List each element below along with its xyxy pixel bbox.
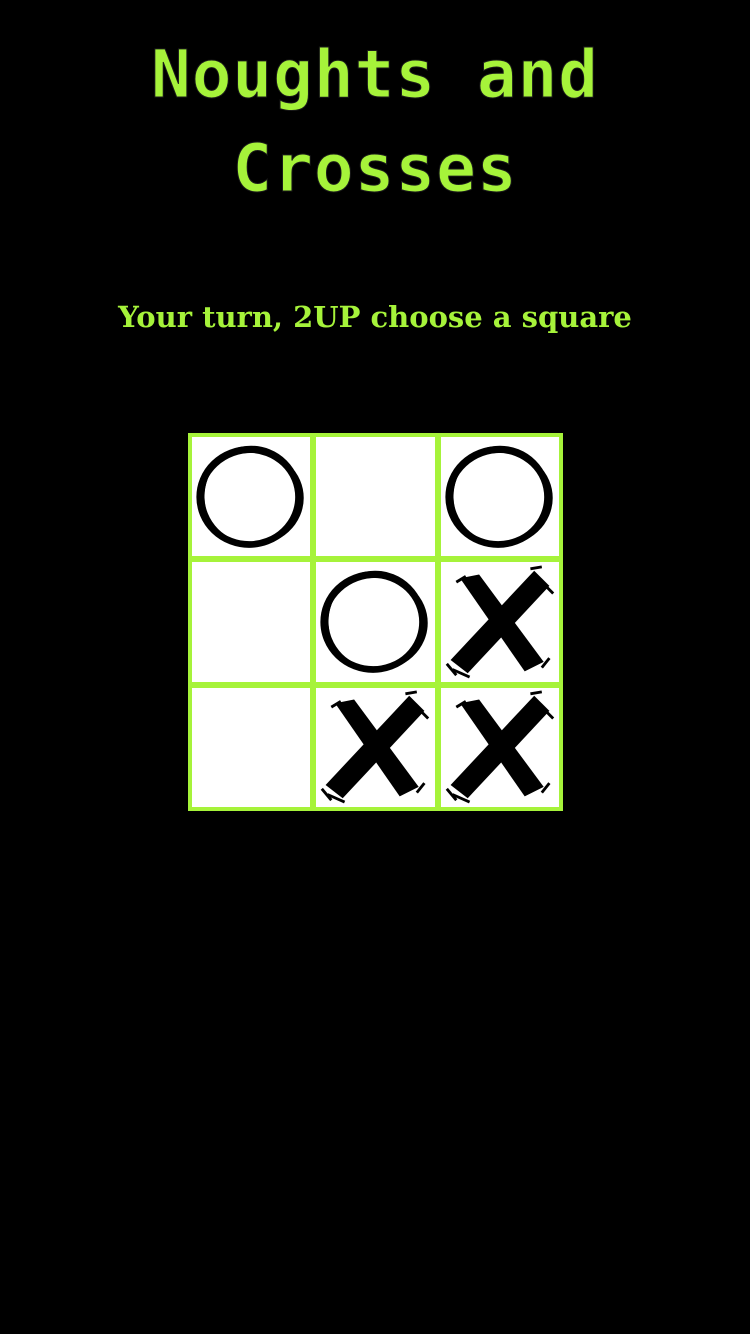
- board-cell-9[interactable]: [440, 687, 559, 807]
- board-cell-7[interactable]: [192, 687, 311, 807]
- cross-icon: [321, 690, 430, 804]
- game-title: Noughts and Crosses: [0, 28, 750, 216]
- board-cell-6[interactable]: [440, 562, 559, 682]
- board-cell-4[interactable]: [192, 562, 311, 682]
- game-board: [188, 433, 563, 811]
- board-cell-2[interactable]: [316, 437, 435, 557]
- turn-status: Your turn, 2UP choose a square: [118, 300, 632, 334]
- nought-icon: [196, 445, 304, 548]
- game-title-line-2: Crosses: [232, 130, 518, 208]
- cross-icon: [445, 565, 555, 679]
- game-title-line-1: Noughts and: [150, 36, 600, 114]
- nought-icon: [445, 445, 553, 548]
- board-cell-3[interactable]: [440, 437, 559, 557]
- board-cell-8[interactable]: [316, 687, 435, 807]
- nought-icon: [320, 570, 429, 673]
- board-cell-1[interactable]: [192, 437, 311, 557]
- board-cell-5[interactable]: [316, 562, 435, 682]
- cross-icon: [445, 690, 555, 804]
